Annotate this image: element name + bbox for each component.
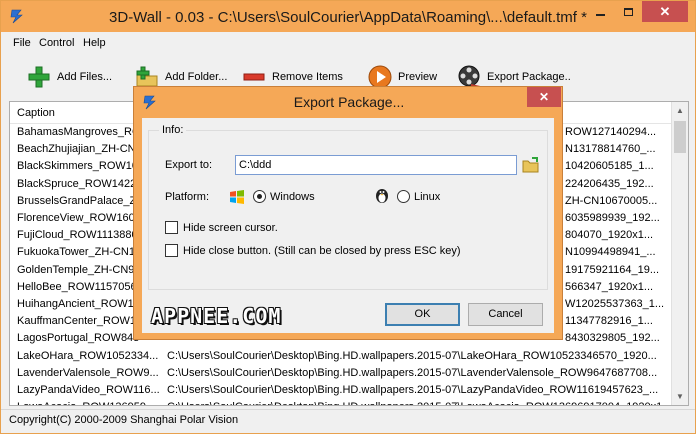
browse-folder-icon[interactable] xyxy=(522,156,540,174)
scroll-thumb[interactable] xyxy=(674,121,686,153)
row-path: 11347782916_1... xyxy=(565,315,653,328)
row-path: 804070_1920x1... xyxy=(565,229,654,242)
minimize-icon xyxy=(596,13,605,16)
row-path: C:\Users\SoulCourier\Desktop\Bing.HD.wal… xyxy=(167,349,657,362)
row-path: N13178814760_... xyxy=(565,143,656,156)
row-path: N10994498941_... xyxy=(565,246,656,259)
row-path: C:\Users\SoulCourier\Desktop\Bing.HD.wal… xyxy=(167,384,659,396)
row-caption: LowaAcacia_ROW136959 xyxy=(17,401,167,405)
row-path: ZH-CN10670005... xyxy=(565,194,658,207)
maximize-button[interactable] xyxy=(615,1,642,22)
scroll-up-icon[interactable]: ▲ xyxy=(672,102,688,119)
hide-close-label[interactable]: Hide close button. (Still can be closed … xyxy=(183,245,461,257)
add-icon xyxy=(28,66,50,88)
vertical-scrollbar[interactable]: ▲ ▼ xyxy=(671,102,688,405)
export-path-input[interactable] xyxy=(235,155,517,175)
hide-cursor-label[interactable]: Hide screen cursor. xyxy=(183,222,278,234)
cancel-label: Cancel xyxy=(488,308,523,320)
row-caption: LazyPandaVideo_ROW116... xyxy=(17,384,160,396)
export-to-label: Export to: xyxy=(165,159,213,171)
windows-label[interactable]: Windows xyxy=(270,191,315,203)
windows-radio[interactable] xyxy=(253,190,266,203)
row-caption: LavenderValensole_ROW9... xyxy=(17,366,159,379)
export-dialog: Export Package... ✕ Info: Export to: Pla… xyxy=(133,86,563,340)
info-group: Info: Export to: Platform: Windows xyxy=(148,124,548,290)
menu-control[interactable]: Control xyxy=(39,37,74,49)
row-path: W12025537363_1... xyxy=(565,298,665,310)
row-path: 8430329805_192... xyxy=(565,332,660,345)
ok-button[interactable]: OK xyxy=(385,303,460,326)
preview-label: Preview xyxy=(398,71,438,83)
platform-label: Platform: xyxy=(165,191,210,203)
caption-column-header[interactable]: Caption xyxy=(17,107,55,119)
row-path: C:\Users\SoulCourier\Desktop\Bing.HD.wal… xyxy=(167,401,667,405)
close-icon: ✕ xyxy=(659,3,671,19)
row-path: 10420605185_1... xyxy=(565,160,654,173)
menu-help[interactable]: Help xyxy=(83,37,106,49)
title-bar[interactable]: 3D-Wall - 0.03 - C:\Users\SoulCourier\Ap… xyxy=(1,1,695,32)
scroll-down-icon[interactable]: ▼ xyxy=(672,388,688,405)
row-path: C:\Users\SoulCourier\Desktop\Bing.HD.wal… xyxy=(167,366,658,379)
info-group-label: Info: xyxy=(159,124,187,136)
row-path: 566347_1920x1... xyxy=(565,280,654,293)
status-bar: Copyright(C) 2000-2009 Shanghai Polar Vi… xyxy=(1,409,695,433)
linux-label[interactable]: Linux xyxy=(414,191,440,203)
list-row[interactable]: LakeOHara_ROW1052334... C:\Users\SoulCour… xyxy=(10,348,672,365)
close-button[interactable]: ✕ xyxy=(642,1,688,22)
list-row[interactable]: LavenderValensole_ROW9... C:\Users\SoulCo… xyxy=(10,365,672,382)
copyright-text: Copyright(C) 2000-2009 Shanghai Polar Vi… xyxy=(9,414,239,426)
dialog-body: Info: Export to: Platform: Windows xyxy=(142,118,554,333)
row-caption: LakeOHara_ROW1052334... xyxy=(17,349,159,362)
dialog-title: Export Package... xyxy=(293,94,405,110)
add-folder-label: Add Folder... xyxy=(165,71,228,83)
export-package-label: Export Package.. xyxy=(487,71,571,83)
linux-tux-icon xyxy=(376,189,388,203)
add-files-label: Add Files... xyxy=(57,71,113,83)
hide-cursor-checkbox[interactable] xyxy=(165,221,178,234)
row-path: ROW127140294... xyxy=(565,126,657,138)
ok-label: OK xyxy=(414,308,431,320)
list-row[interactable]: LowaAcacia_ROW136959C:\Users\SoulCourier… xyxy=(10,399,672,405)
row-path: 224206435_192... xyxy=(565,177,654,190)
linux-radio[interactable] xyxy=(397,190,410,203)
add-files-button[interactable]: Add Files... xyxy=(27,65,112,89)
maximize-icon xyxy=(624,7,633,16)
minimize-button[interactable] xyxy=(586,1,615,22)
menu-file[interactable]: File xyxy=(13,37,31,49)
row-path: 19175921164_19... xyxy=(565,263,659,276)
hide-close-checkbox[interactable] xyxy=(165,244,178,257)
row-path: 6035989939_192... xyxy=(565,212,660,224)
remove-items-label: Remove Items xyxy=(272,71,343,83)
list-row[interactable]: LazyPandaVideo_ROW116... C:\Users\SoulCou… xyxy=(10,382,672,399)
cancel-button[interactable]: Cancel xyxy=(468,303,543,326)
dialog-close-button[interactable]: ✕ xyxy=(527,87,561,107)
windows-logo-icon xyxy=(230,190,244,204)
appnee-watermark: APPNEE.COM xyxy=(151,304,282,328)
menu-bar: File Control Help xyxy=(1,34,695,52)
close-icon: ✕ xyxy=(538,90,550,104)
